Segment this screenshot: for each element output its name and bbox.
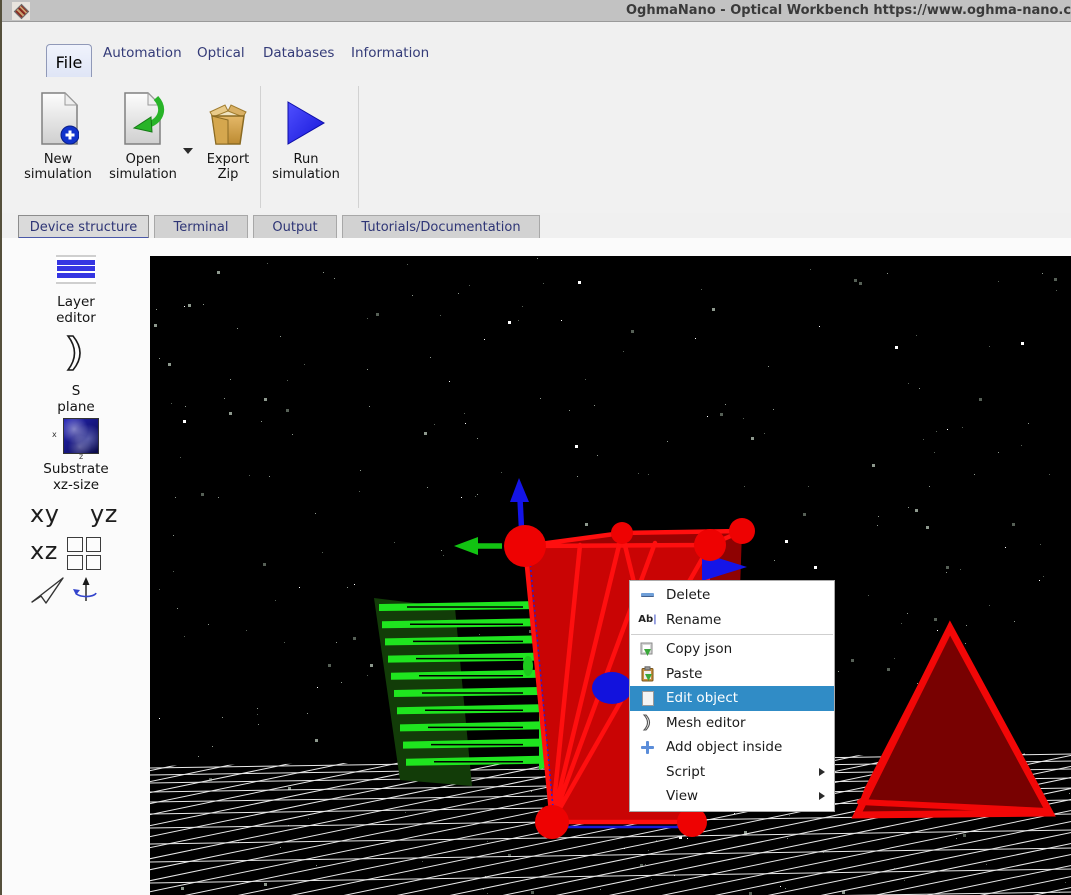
view-yz-button[interactable]: yz: [90, 500, 118, 528]
view-xz-button[interactable]: xz: [30, 537, 58, 565]
document-new-icon: [20, 88, 96, 146]
tab-tutorials-documentation[interactable]: Tutorials/Documentation: [342, 215, 540, 238]
menu-separator: [631, 634, 833, 635]
green-handle[interactable]: [523, 656, 533, 676]
grid-view-button[interactable]: [67, 537, 101, 570]
export-zip-button[interactable]: ExportZip: [190, 88, 266, 182]
layer-editor-button[interactable]: Layer editor: [2, 255, 150, 326]
substrate-xz-size-button[interactable]: x z Substrate xz-size: [2, 416, 150, 493]
menu-item-view[interactable]: View: [630, 784, 834, 809]
tool-sidebar: Layer editor S plane x z: [2, 238, 150, 895]
menu-tab-information[interactable]: Information: [351, 45, 429, 61]
menu-item-script[interactable]: Script: [630, 760, 834, 785]
minus-icon: [639, 587, 656, 604]
substrate-x-axis-label: x: [52, 430, 57, 439]
ribbon-toolbar: Newsimulation Opensimulation: [2, 80, 1071, 213]
new-simulation-button[interactable]: Newsimulation: [20, 88, 96, 182]
plus-icon: [639, 739, 656, 756]
substrate-z-axis-label: z: [79, 452, 83, 461]
menu-item-mesh-editor[interactable]: Mesh editor: [630, 711, 834, 736]
menu-item-edit-object[interactable]: Edit object: [630, 686, 834, 711]
substrate-icon: [63, 418, 99, 454]
edit-document-icon: [639, 690, 656, 707]
play-icon: [268, 88, 344, 146]
s-plane-icon: [65, 334, 87, 372]
title-bar: OghmaNano - Optical Workbench https://ww…: [2, 0, 1071, 22]
y-axis-arrow[interactable]: [510, 478, 529, 502]
rotate-view-button[interactable]: [72, 576, 100, 608]
menu-tab-file[interactable]: File: [46, 44, 92, 77]
export-box-icon: [190, 88, 266, 146]
rename-icon: Ab|: [639, 611, 656, 628]
window-title: OghmaNano - Optical Workbench https://ww…: [626, 3, 1071, 18]
viewport-3d[interactable]: [150, 256, 1071, 895]
s-plane-button[interactable]: S plane: [2, 334, 150, 415]
document-open-icon: [105, 88, 181, 146]
run-simulation-button[interactable]: Runsimulation: [268, 88, 344, 182]
menu-tab-optical[interactable]: Optical: [197, 45, 245, 61]
menu-tab-databases[interactable]: Databases: [263, 45, 334, 61]
blue-sphere-handle[interactable]: [592, 672, 632, 704]
scene-3d: [150, 256, 1071, 895]
menu-item-paste[interactable]: Paste: [630, 662, 834, 687]
rotate-icon: [72, 576, 100, 604]
toolbar-separator: [260, 86, 261, 208]
submenu-arrow-icon: [819, 792, 825, 800]
menu-item-copy-json[interactable]: Copy json: [630, 637, 834, 662]
tab-device-structure[interactable]: Device structure: [18, 215, 149, 240]
copy-icon: [639, 641, 656, 658]
paste-icon: [639, 665, 656, 682]
menu-item-delete[interactable]: Delete: [630, 583, 834, 608]
red-pyramid-object: [857, 628, 1050, 815]
open-simulation-button[interactable]: Opensimulation: [105, 88, 181, 182]
paper-plane-icon: [30, 576, 64, 604]
oghmanano-logo-icon: [12, 2, 30, 20]
view-xy-button[interactable]: xy: [30, 500, 59, 528]
fly-through-button[interactable]: [30, 576, 64, 608]
x-axis-arrow[interactable]: [454, 537, 478, 555]
layers-icon: [56, 255, 96, 284]
tab-output[interactable]: Output: [253, 215, 337, 238]
menu-bar: File Automation Optical Databases Inform…: [2, 23, 1071, 80]
app-window: OghmaNano - Optical Workbench https://ww…: [0, 0, 1071, 895]
menu-tab-automation[interactable]: Automation: [103, 45, 182, 61]
submenu-arrow-icon: [819, 768, 825, 776]
tab-terminal[interactable]: Terminal: [154, 215, 248, 238]
context-menu: Delete Ab| Rename Copy json Paste Edit o…: [629, 580, 835, 812]
view-tab-bar: Device structure Terminal Output Tutoria…: [2, 213, 1071, 238]
toolbar-separator: [358, 86, 359, 208]
menu-item-add-object-inside[interactable]: Add object inside: [630, 735, 834, 760]
menu-item-rename[interactable]: Ab| Rename: [630, 608, 834, 633]
mesh-icon: [639, 714, 656, 731]
